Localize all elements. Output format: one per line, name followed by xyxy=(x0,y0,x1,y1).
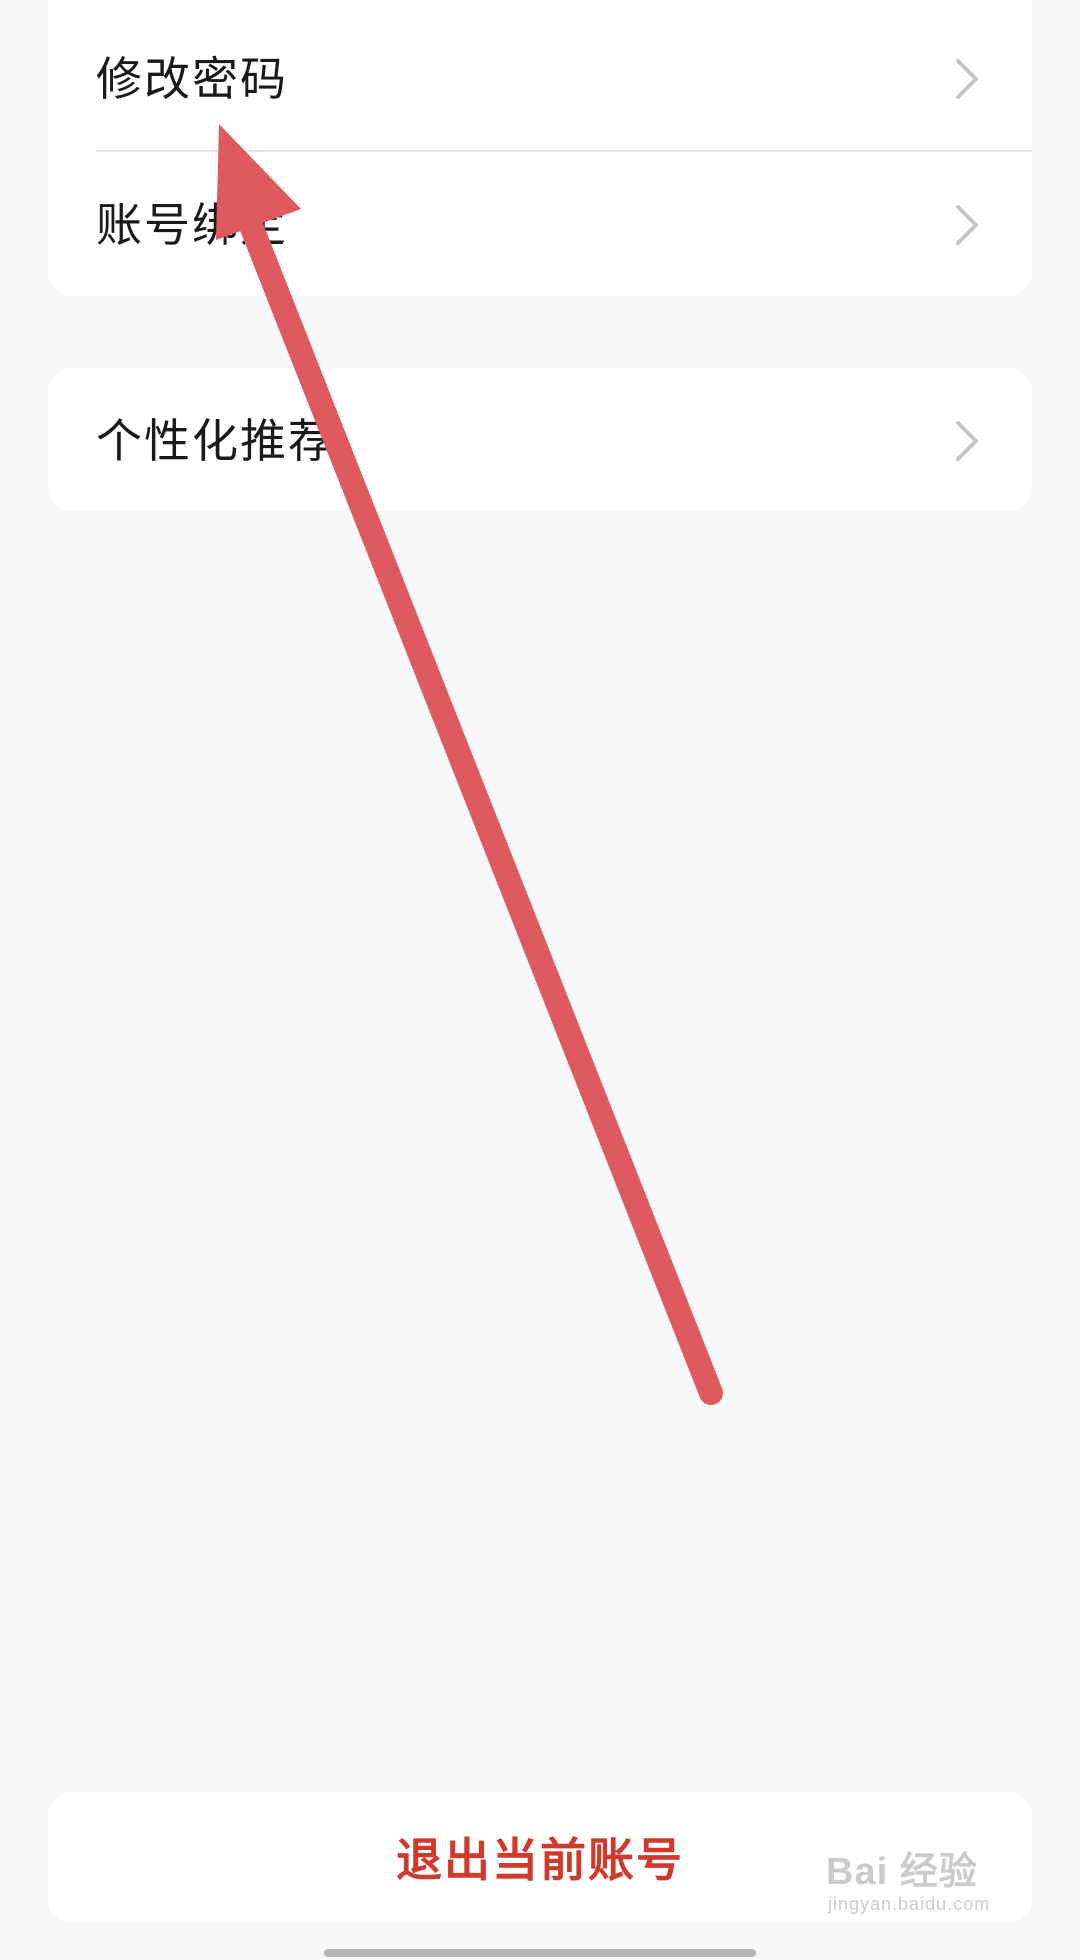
personalized-recommendation-label: 个性化推荐 xyxy=(96,413,336,468)
settings-group-recommendation: 个性化推荐 xyxy=(48,368,1032,511)
home-indicator[interactable] xyxy=(324,1949,756,1957)
settings-screen: 修改密码 账号绑定 个性化推荐 退出当前账号 Bai 经验 jingyan.ba… xyxy=(0,0,1080,1960)
chevron-right-icon xyxy=(956,204,978,245)
account-binding-row[interactable]: 账号绑定 xyxy=(48,152,1032,297)
chevron-right-icon xyxy=(956,420,978,461)
watermark-url: jingyan.baidu.com xyxy=(828,1894,991,1914)
chevron-right-icon xyxy=(956,58,978,99)
settings-group-account: 修改密码 账号绑定 xyxy=(48,0,1032,296)
change-password-row[interactable]: 修改密码 xyxy=(48,6,1032,151)
personalized-recommendation-row[interactable]: 个性化推荐 xyxy=(48,368,1032,513)
change-password-label: 修改密码 xyxy=(96,51,288,106)
account-binding-label: 账号绑定 xyxy=(96,197,288,252)
watermark-brand: Bai 经验 xyxy=(826,1851,978,1893)
baidu-jingyan-watermark: Bai 经验 jingyan.baidu.com xyxy=(826,1840,1026,1940)
